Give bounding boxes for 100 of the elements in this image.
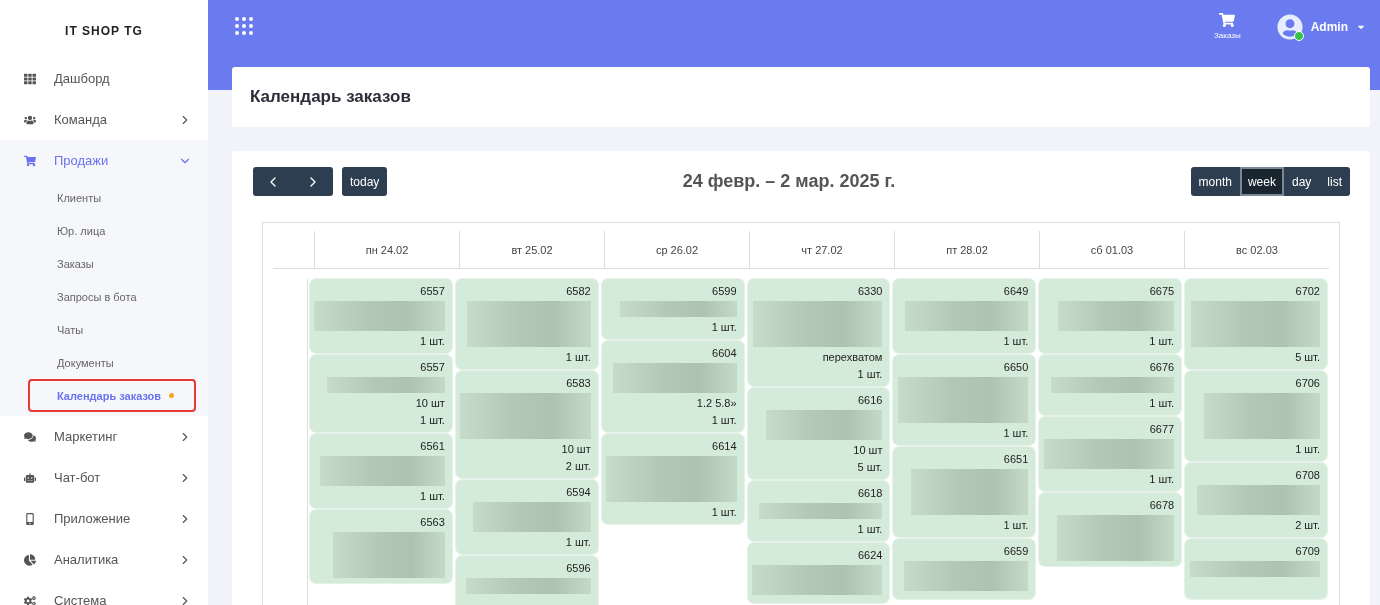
order-number: 6676 xyxy=(1149,360,1175,374)
submenu-label: Календарь заказов xyxy=(57,389,162,402)
sidebar-item[interactable]: Команда xyxy=(0,99,208,140)
order-event[interactable]: 6649 1 шт. xyxy=(893,279,1036,353)
sidebar-item[interactable]: Приложение xyxy=(0,498,208,539)
brand-title: IT SHOP TG xyxy=(64,23,144,40)
day-header: чт 27.02 xyxy=(749,231,894,268)
order-event[interactable]: 6651 1 шт. xyxy=(893,447,1036,537)
sidebar-item[interactable]: Маркетинг xyxy=(0,416,208,457)
order-event[interactable]: 6599 1 шт. xyxy=(601,279,744,339)
order-event[interactable]: 6594 1 шт. xyxy=(455,480,598,554)
order-event[interactable]: 6563 xyxy=(310,510,452,583)
order-event[interactable]: 6706 1 шт. xyxy=(1185,371,1327,461)
submenu-item[interactable]: Календарь заказов xyxy=(28,379,196,412)
submenu-item[interactable]: Запросы в бота xyxy=(28,280,196,313)
order-number: 6706 xyxy=(1295,376,1320,390)
submenu-item[interactable]: Документы xyxy=(28,346,196,379)
quantity-text: 1 шт. xyxy=(419,334,445,348)
order-number: 6678 xyxy=(1149,498,1175,512)
order-number: 6650 xyxy=(1003,360,1029,374)
quantity-text: 1 шт. xyxy=(857,367,883,381)
view-tab[interactable]: list xyxy=(1319,167,1350,196)
menu-item-icon xyxy=(24,72,36,85)
order-number: 6557 xyxy=(420,360,445,374)
next-button[interactable] xyxy=(293,167,333,196)
quantity-text: 1 шт. xyxy=(1149,396,1175,410)
order-event[interactable]: 6659 xyxy=(893,539,1036,599)
view-tab[interactable]: month xyxy=(1190,167,1240,196)
sidebar-item-label: Маркетинг xyxy=(54,429,119,444)
submenu-label: Клиенты xyxy=(57,191,102,204)
order-event[interactable]: 6624 xyxy=(747,543,890,603)
day-header: пт 28.02 xyxy=(894,231,1039,268)
order-event[interactable]: 6557 1 шт. xyxy=(310,279,452,353)
submenu-item[interactable]: Заказы xyxy=(28,247,196,280)
order-number: 6708 xyxy=(1295,468,1320,482)
order-event[interactable]: 6604 1.2 5.8» 1 шт. xyxy=(601,341,744,432)
view-tab[interactable]: week xyxy=(1239,167,1284,196)
quantity-text: 1 шт. xyxy=(1149,334,1175,348)
submenu-item[interactable]: Клиенты xyxy=(28,181,196,214)
sidebar-item[interactable]: Аналитика xyxy=(0,539,208,580)
order-number: 6330 xyxy=(857,284,883,298)
sidebar-item[interactable]: Дашборд xyxy=(0,58,208,99)
quantity-text: 1 шт. xyxy=(711,505,737,519)
order-number: 6599 xyxy=(712,284,737,298)
order-number: 6616 xyxy=(857,393,883,407)
order-number: 6596 xyxy=(566,561,591,575)
order-number: 6614 xyxy=(712,439,737,453)
order-event[interactable]: 6677 1 шт. xyxy=(1039,417,1182,491)
quantity-text: 5 шт. xyxy=(857,460,883,474)
order-event[interactable]: 6709 xyxy=(1185,539,1327,599)
order-event[interactable]: 6616 10 шт 5 шт. xyxy=(747,388,890,479)
today-button[interactable]: today xyxy=(342,167,388,196)
order-number: 6583 xyxy=(566,376,591,390)
submenu-item[interactable]: Юр. лица xyxy=(28,214,196,247)
order-event[interactable]: 6561 1 шт. xyxy=(310,434,452,508)
submenu-label: Заказы xyxy=(57,257,94,270)
quantity-text: 1 шт. xyxy=(1295,442,1320,456)
quantity-text: 1 шт. xyxy=(711,413,737,427)
day-header: ср 26.02 xyxy=(604,231,749,268)
order-number: 6702 xyxy=(1295,284,1320,298)
sidebar-item[interactable]: Система xyxy=(0,580,208,605)
view-tab[interactable]: day xyxy=(1283,167,1320,196)
order-event[interactable]: 6557 10 шт 1 шт. xyxy=(310,355,452,432)
quantity-text: 1 шт. xyxy=(857,522,883,536)
sidebar-item[interactable]: Чат-бот xyxy=(0,457,208,498)
event-detail: 1.2 5.8» xyxy=(696,396,737,410)
order-event[interactable]: 6708 2 шт. xyxy=(1185,463,1327,537)
user-menu[interactable]: Admin xyxy=(1276,14,1366,40)
quantity-text: 1 шт. xyxy=(565,535,591,549)
submenu-item[interactable]: Чаты xyxy=(28,313,196,346)
order-event[interactable]: 6583 10 шт 2 шт. xyxy=(455,371,598,478)
quantity-text: 1 шт. xyxy=(419,489,445,503)
order-event[interactable]: 6596 xyxy=(455,556,598,605)
order-event[interactable]: 6614 1 шт. xyxy=(601,434,744,524)
sidebar-item-label: Аналитика xyxy=(54,552,120,567)
order-number: 6651 xyxy=(1003,452,1029,466)
order-event[interactable]: 6582 1 шт. xyxy=(455,279,598,369)
order-event[interactable]: 6618 1 шт. xyxy=(747,481,890,541)
submenu-label: Документы xyxy=(57,356,114,369)
menu-item-icon xyxy=(24,430,36,443)
apps-grid-icon[interactable] xyxy=(232,14,256,38)
order-number: 6618 xyxy=(857,486,883,500)
quantity-text: 1 шт. xyxy=(1003,518,1029,532)
order-number: 6659 xyxy=(1003,544,1029,558)
menu-item-icon xyxy=(24,471,36,484)
previous-button[interactable] xyxy=(253,167,293,196)
order-number: 6624 xyxy=(857,548,883,562)
order-number: 6604 xyxy=(712,346,737,360)
order-event[interactable]: 6676 1 шт. xyxy=(1039,355,1182,415)
sidebar-item-label: Продажи xyxy=(54,153,110,168)
sidebar-item-label: Приложение xyxy=(54,511,132,526)
order-event[interactable]: 6330 перехватом 1 шт. xyxy=(747,279,890,386)
submenu-label: Чаты xyxy=(57,323,84,336)
order-event[interactable]: 6702 5 шт. xyxy=(1185,279,1327,369)
day-header: вс 02.03 xyxy=(1184,231,1329,268)
order-event[interactable]: 6675 1 шт. xyxy=(1039,279,1182,353)
quantity-text: 1 шт. xyxy=(711,320,737,334)
order-event[interactable]: 6650 1 шт. xyxy=(893,355,1036,445)
orders-button[interactable]: Заказы xyxy=(1213,12,1241,40)
order-event[interactable]: 6678 xyxy=(1039,493,1182,566)
